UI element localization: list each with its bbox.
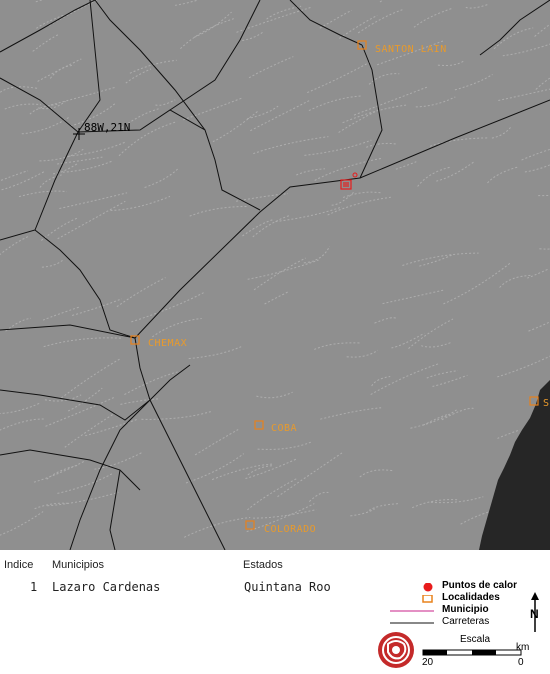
locality-label: S xyxy=(543,398,550,409)
row-municipio: Lazaro Cardenas xyxy=(52,580,160,594)
scale-unit-label: km xyxy=(516,642,529,653)
legend-label: Puntos de calor xyxy=(442,580,517,591)
north-arrow-icon: N xyxy=(526,590,544,634)
legend-label: Carreteras xyxy=(442,616,489,627)
magenta-line-icon xyxy=(390,607,434,617)
scale-bar-graphic xyxy=(420,648,524,658)
map-svg: 88W,21N SANTON LAIN CHEMAX COBA COLORADO… xyxy=(0,0,550,550)
scale-right-label: 0 xyxy=(518,657,524,668)
header-municipios: Municipios xyxy=(52,559,104,571)
institution-logo xyxy=(374,630,418,674)
legend-label: Municipio xyxy=(442,604,489,615)
scale-bar: Escala 20 0 km xyxy=(420,634,530,670)
legend-panel: Indice Municipios Estados 1 Lazaro Carde… xyxy=(0,550,550,670)
scale-left-label: 20 xyxy=(422,657,433,668)
locality-label: COLORADO xyxy=(264,524,316,535)
coordinate-label: 88W,21N xyxy=(84,121,130,134)
logo-icon xyxy=(374,630,418,670)
locality-label: CHEMAX xyxy=(148,338,187,349)
row-estado: Quintana Roo xyxy=(244,580,331,594)
map-canvas[interactable]: 88W,21N SANTON LAIN CHEMAX COBA COLORADO… xyxy=(0,0,550,550)
orange-square-icon xyxy=(422,595,434,605)
north-arrow: N xyxy=(526,590,544,638)
row-indice: 1 xyxy=(30,580,37,594)
header-estados: Estados xyxy=(243,559,283,571)
legend-label: Localidades xyxy=(442,592,500,603)
black-line-icon xyxy=(390,619,434,629)
north-label: N xyxy=(530,607,539,621)
locality-label: SANTON LAIN xyxy=(375,44,447,55)
red-dot-icon xyxy=(422,583,434,593)
header-indice: Indice xyxy=(4,559,33,571)
terrain-background xyxy=(0,0,550,550)
locality-label: COBA xyxy=(271,423,297,434)
scale-title: Escala xyxy=(460,634,490,645)
